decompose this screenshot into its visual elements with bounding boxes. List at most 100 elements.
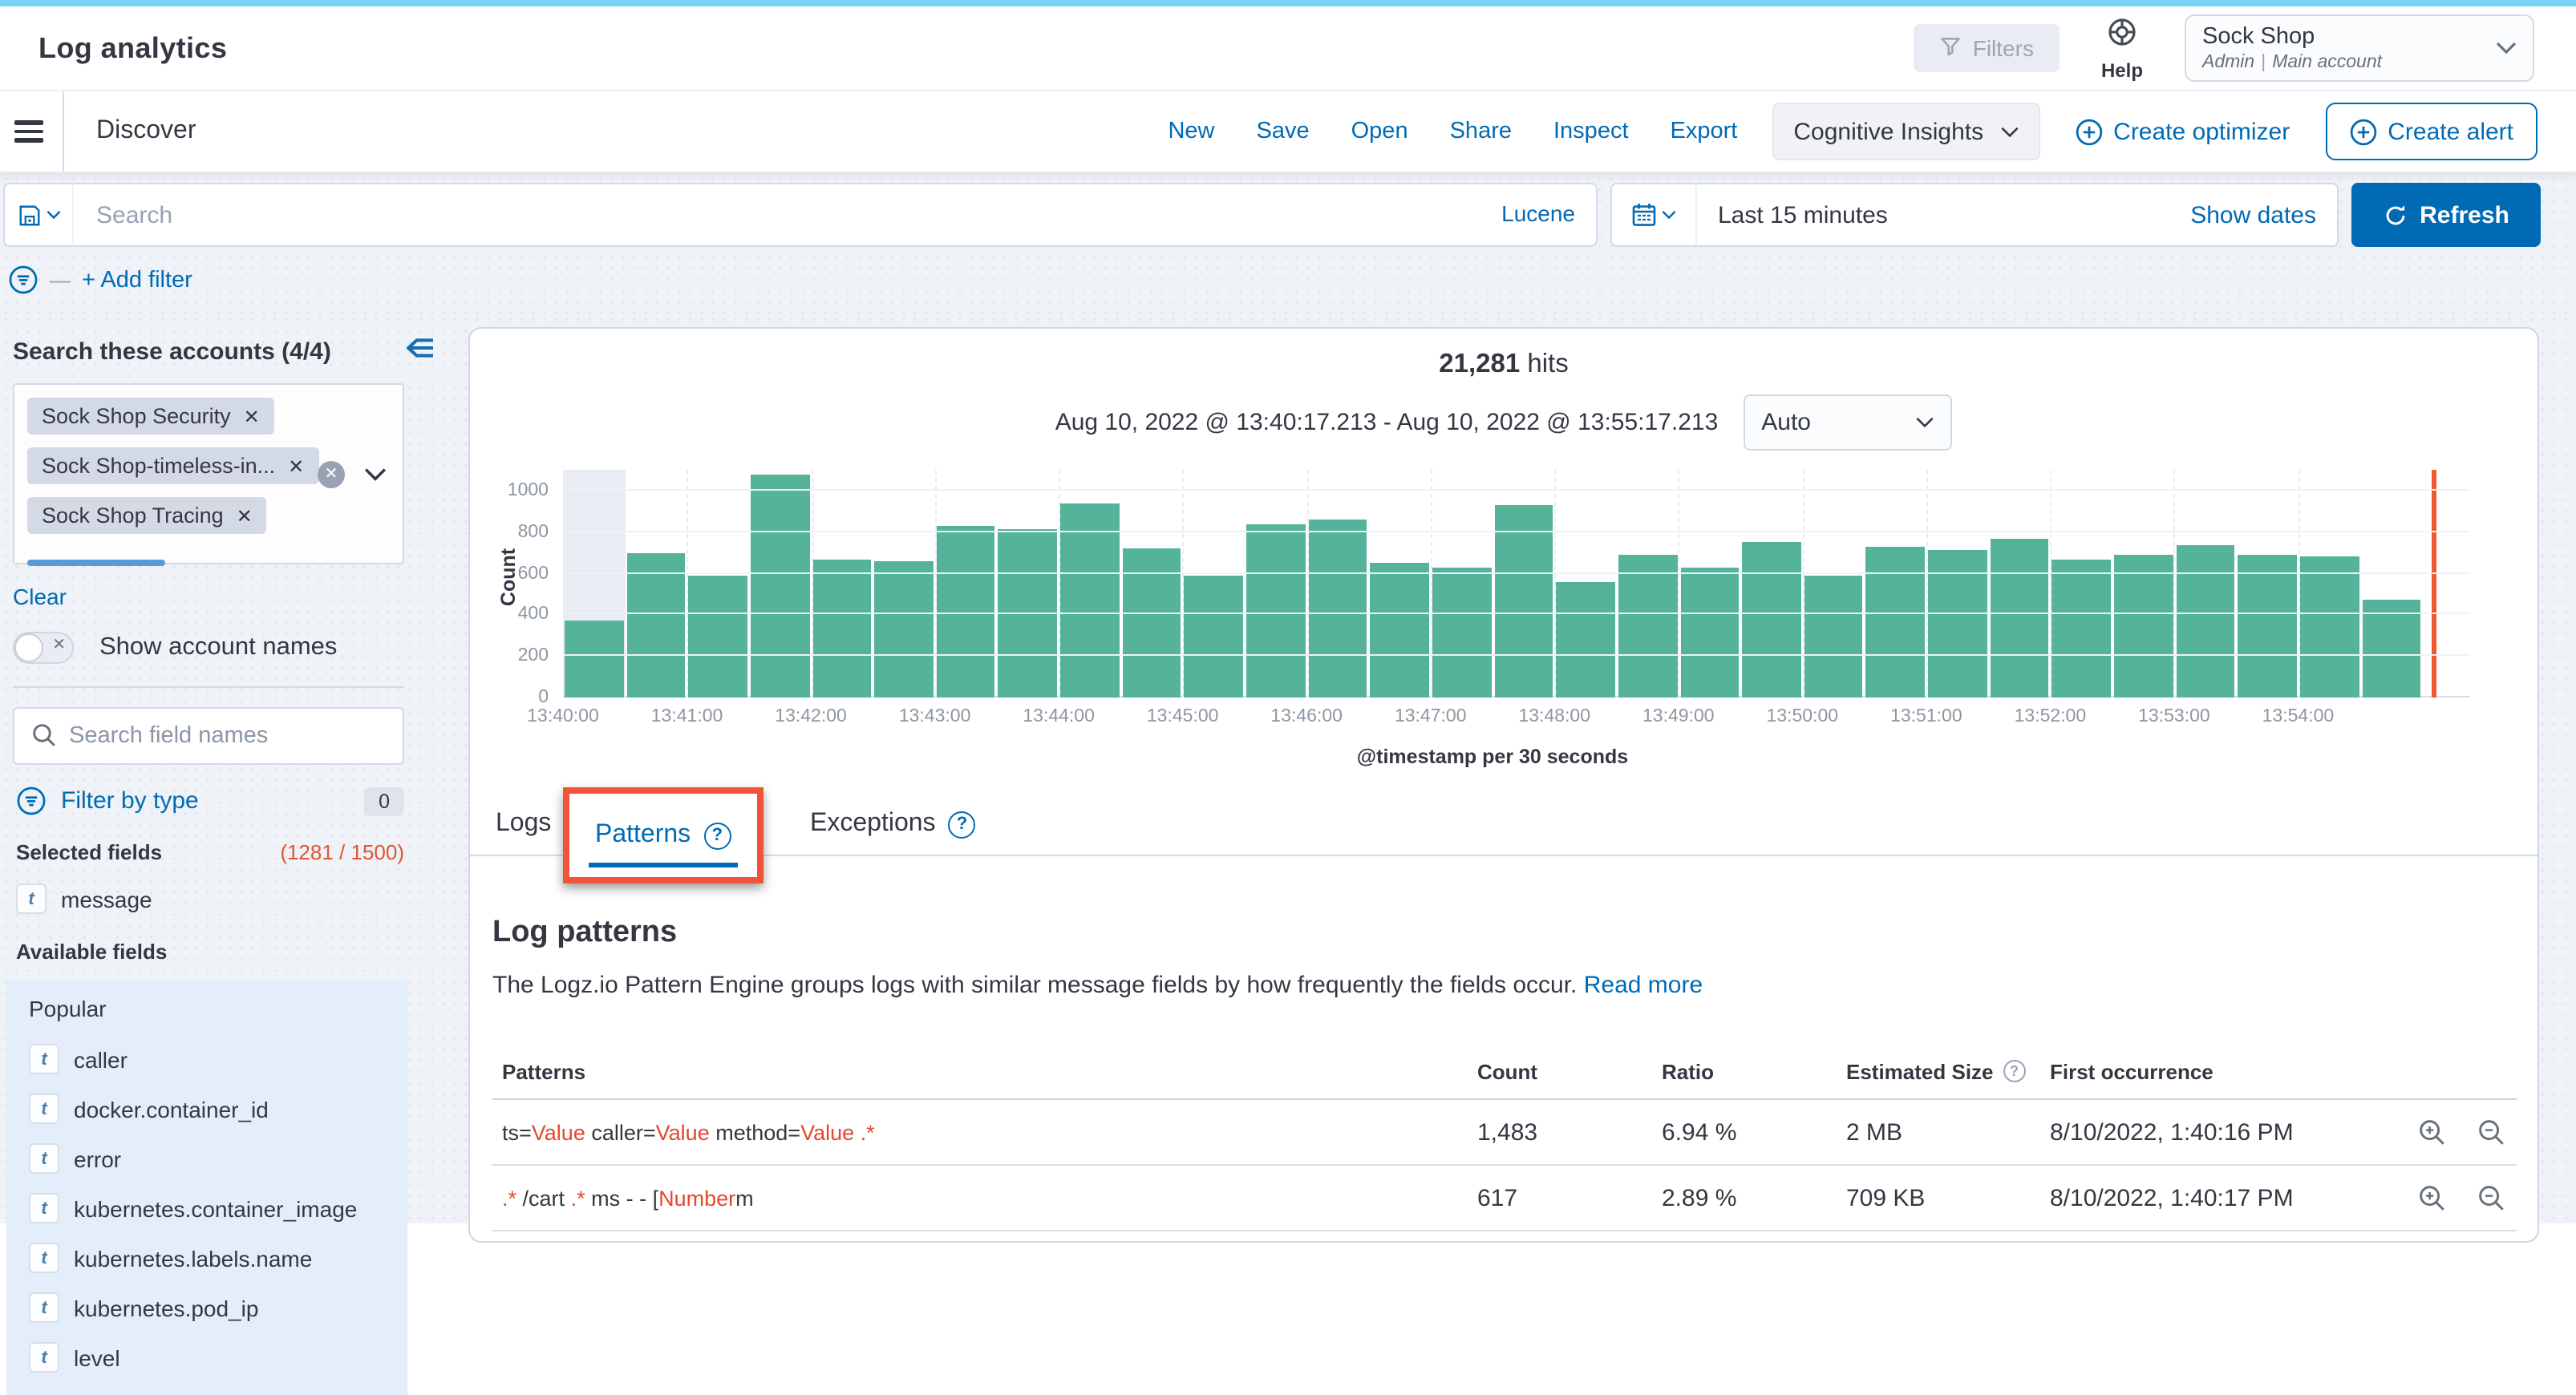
accounts-combobox[interactable]: Sock Shop Security✕ Sock Shop-timeless-in… [13, 383, 404, 564]
remove-tag-icon[interactable]: ✕ [237, 504, 253, 527]
divider [63, 91, 64, 172]
show-account-names-toggle[interactable]: ✕ [13, 632, 74, 664]
filters-button[interactable]: Filters [1914, 24, 2060, 72]
interval-select[interactable]: Auto [1744, 394, 1952, 451]
pattern-row[interactable]: .* /cart .* ms - - [Numberm6172.89 %709 … [492, 1166, 2517, 1231]
histogram-bar[interactable] [1308, 520, 1367, 698]
add-filter-link[interactable]: + Add filter [82, 267, 192, 293]
menu-icon[interactable] [14, 116, 43, 148]
create-alert-button[interactable]: Create alert [2325, 103, 2538, 160]
field-name: caller [74, 1046, 128, 1072]
chevron-down-icon[interactable] [364, 467, 387, 481]
zoom-in-icon[interactable] [2417, 1117, 2448, 1147]
field-item[interactable]: tkubernetes.labels.name [29, 1243, 407, 1273]
create-optimizer-button[interactable]: Create optimizer [2075, 118, 2290, 145]
field-item[interactable]: tdocker.container_id [29, 1094, 407, 1124]
horizontal-scrollbar[interactable] [27, 560, 165, 566]
toolbar-link-new[interactable]: New [1168, 119, 1214, 144]
account-tag[interactable]: Sock Shop Tracing✕ [27, 497, 267, 534]
histogram-bar[interactable] [1371, 563, 1429, 698]
field-item[interactable]: tlevel [29, 1342, 407, 1373]
histogram-bar[interactable] [937, 526, 995, 698]
x-tick-label: 13:45:00 [1147, 707, 1219, 726]
histogram-bar[interactable] [1742, 541, 1800, 698]
cognitive-insights-dropdown[interactable]: Cognitive Insights [1772, 103, 2039, 160]
remove-tag-icon[interactable]: ✕ [244, 405, 260, 427]
saved-queries-button[interactable] [3, 183, 74, 247]
pattern-row[interactable]: ts=Value caller=Value method=Value .*1,4… [492, 1100, 2517, 1166]
toolbar-link-share[interactable]: Share [1450, 119, 1512, 144]
histogram-bar[interactable] [751, 474, 809, 698]
info-circle-icon[interactable]: ? [2003, 1060, 2026, 1082]
read-more-link[interactable]: Read more [1584, 972, 1703, 999]
help-button[interactable]: Help [2101, 14, 2143, 82]
field-item[interactable]: tmessage [16, 884, 459, 914]
clear-all-accounts-icon[interactable]: ✕ [318, 460, 345, 487]
time-range-value[interactable]: Last 15 minutes [1718, 201, 1888, 228]
zoom-in-icon[interactable] [2417, 1183, 2448, 1213]
histogram-bar[interactable] [1060, 503, 1119, 698]
active-tab-underline [589, 863, 737, 867]
toolbar-link-inspect[interactable]: Inspect [1553, 119, 1629, 144]
histogram-bar[interactable] [1618, 555, 1677, 698]
tab-exceptions[interactable]: Exceptions ? [810, 810, 976, 839]
refresh-button[interactable]: Refresh [2351, 183, 2541, 247]
tab-logs[interactable]: Logs [496, 810, 551, 839]
field-name: kubernetes.labels.name [74, 1245, 312, 1271]
field-item[interactable]: terror [29, 1143, 407, 1174]
histogram-bar[interactable] [2300, 556, 2359, 698]
histogram-bar[interactable] [1246, 524, 1305, 698]
collapse-sidebar-icon[interactable] [404, 334, 436, 370]
help-circle-icon[interactable]: ? [949, 811, 976, 838]
zoom-out-icon[interactable] [2477, 1183, 2507, 1213]
zoom-out-icon[interactable] [2477, 1117, 2507, 1147]
account-switcher[interactable]: Sock Shop Admin|Main account [2185, 14, 2534, 82]
histogram-bar[interactable] [1432, 568, 1491, 698]
histogram-bar[interactable] [626, 552, 685, 698]
histogram-bar[interactable] [874, 561, 933, 698]
tab-patterns[interactable]: Patterns [595, 821, 691, 850]
histogram-bar[interactable] [1185, 576, 1243, 698]
field-item[interactable]: tkubernetes.pod_ip [29, 1292, 407, 1323]
histogram-bar[interactable] [2176, 545, 2234, 698]
show-dates-link[interactable]: Show dates [2190, 201, 2316, 228]
histogram-bar[interactable] [1123, 548, 1181, 698]
query-language-toggle[interactable]: Lucene [1501, 200, 1575, 226]
histogram-bar[interactable] [1557, 581, 1615, 698]
histogram-bar[interactable] [1990, 540, 2048, 698]
help-circle-icon[interactable]: ? [703, 822, 731, 849]
histogram-chart[interactable]: Count 02004006008001000 13:40:0013:41:00… [563, 467, 2470, 765]
histogram-bar[interactable] [1804, 576, 1863, 698]
search-input[interactable] [74, 184, 1596, 245]
account-tag[interactable]: Sock Shop Security✕ [27, 398, 274, 435]
histogram-bar[interactable] [689, 576, 747, 698]
toolbar-link-open[interactable]: Open [1351, 119, 1408, 144]
column-header: Estimated Size? [1846, 1059, 2050, 1083]
available-fields-label: Available fields [16, 940, 459, 964]
histogram-slot [687, 470, 749, 698]
account-tag[interactable]: Sock Shop-timeless-in...✕ [27, 447, 318, 484]
histogram-bar[interactable] [2238, 555, 2297, 698]
histogram-bar[interactable] [2114, 555, 2173, 698]
filter-by-type-link[interactable]: Filter by type [61, 787, 199, 815]
calendar-dropdown-button[interactable] [1612, 184, 1697, 245]
field-item[interactable]: tcaller [29, 1044, 407, 1074]
histogram-bar[interactable] [1680, 568, 1739, 698]
histogram-bar[interactable] [812, 559, 871, 698]
histogram-bar[interactable] [1866, 547, 1925, 698]
histogram-bar[interactable] [565, 621, 623, 698]
string-type-icon: t [29, 1044, 59, 1074]
histogram-bar[interactable] [1494, 505, 1553, 698]
string-type-icon: t [16, 884, 47, 914]
filter-circle-icon [8, 265, 38, 295]
toolbar-link-save[interactable]: Save [1257, 119, 1310, 144]
histogram-slot [873, 470, 934, 698]
field-search-input[interactable] [14, 709, 403, 763]
field-item[interactable]: tkubernetes.container_image [29, 1193, 407, 1223]
remove-tag-icon[interactable]: ✕ [288, 455, 304, 477]
clear-link[interactable]: Clear [13, 584, 67, 609]
size-cell: 2 MB [1846, 1118, 2050, 1146]
histogram-bar[interactable] [2052, 560, 2111, 698]
y-tick-label: 0 [538, 688, 549, 707]
toolbar-link-export[interactable]: Export [1671, 119, 1738, 144]
